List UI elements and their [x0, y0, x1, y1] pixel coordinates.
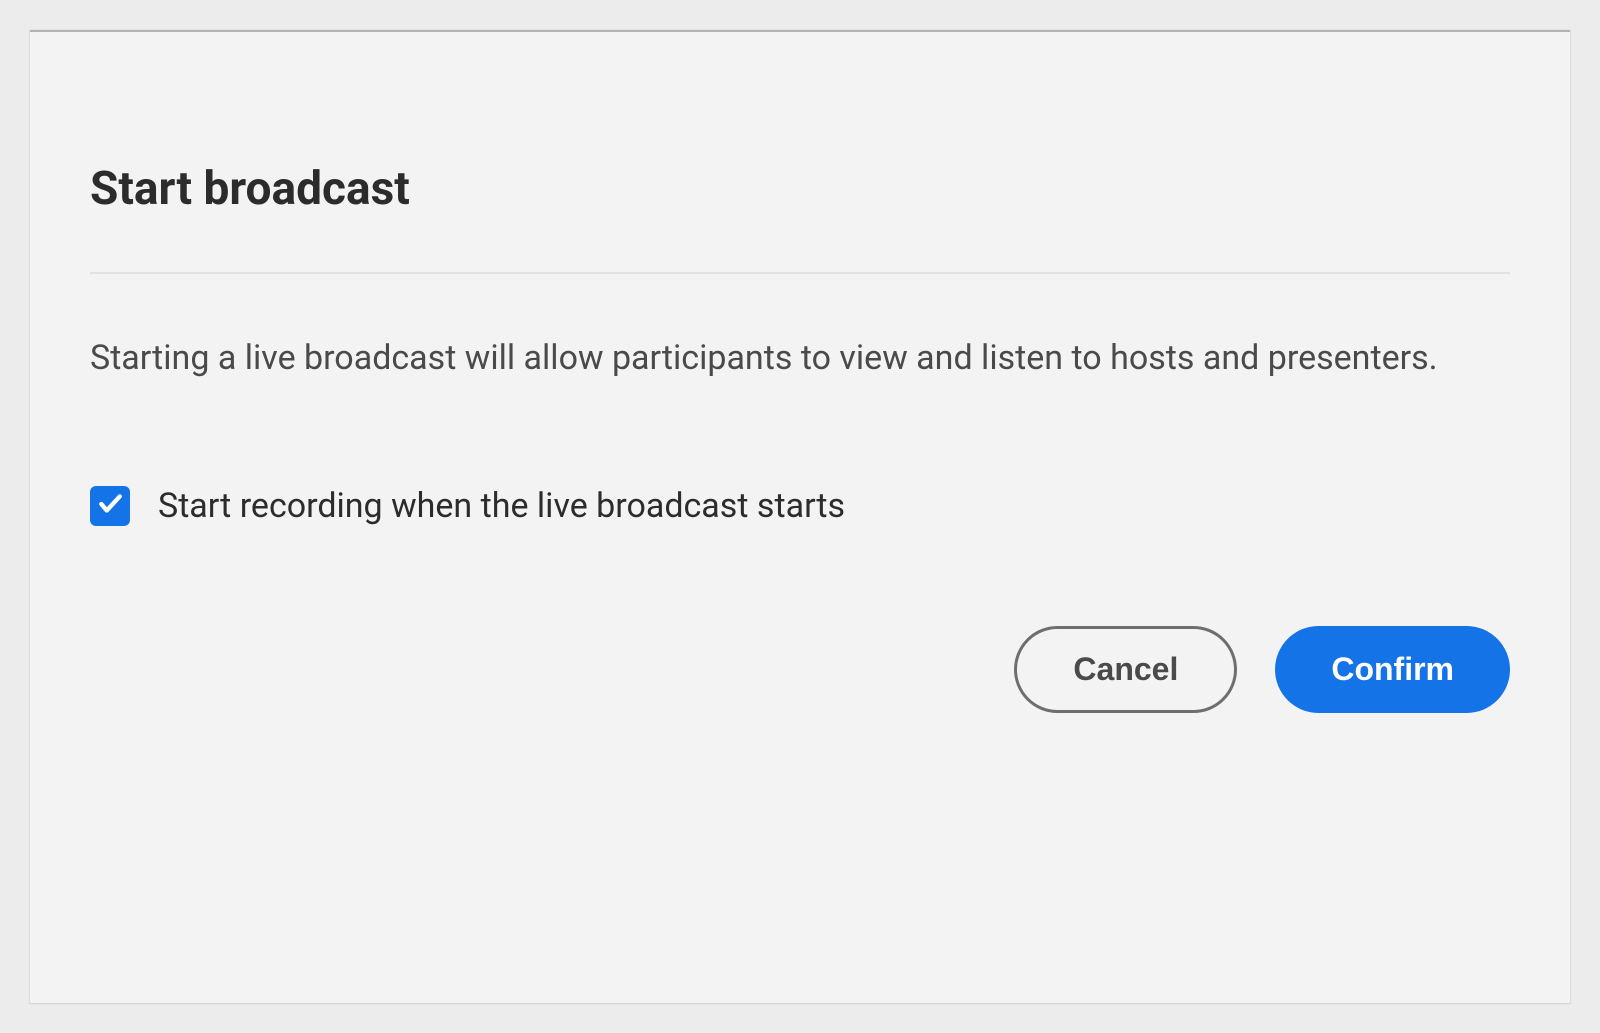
start-recording-label[interactable]: Start recording when the live broadcast …	[158, 486, 845, 526]
start-broadcast-dialog: Start broadcast Starting a live broadcas…	[30, 30, 1570, 1003]
confirm-button[interactable]: Confirm	[1275, 626, 1510, 713]
start-recording-checkbox-row[interactable]: Start recording when the live broadcast …	[90, 486, 1510, 526]
divider	[90, 272, 1510, 274]
dialog-button-row: Cancel Confirm	[90, 626, 1510, 713]
dialog-description: Starting a live broadcast will allow par…	[90, 330, 1510, 386]
checkmark-icon	[97, 491, 123, 521]
cancel-button[interactable]: Cancel	[1014, 626, 1237, 713]
dialog-title: Start broadcast	[90, 162, 1510, 216]
start-recording-checkbox[interactable]	[90, 486, 130, 526]
